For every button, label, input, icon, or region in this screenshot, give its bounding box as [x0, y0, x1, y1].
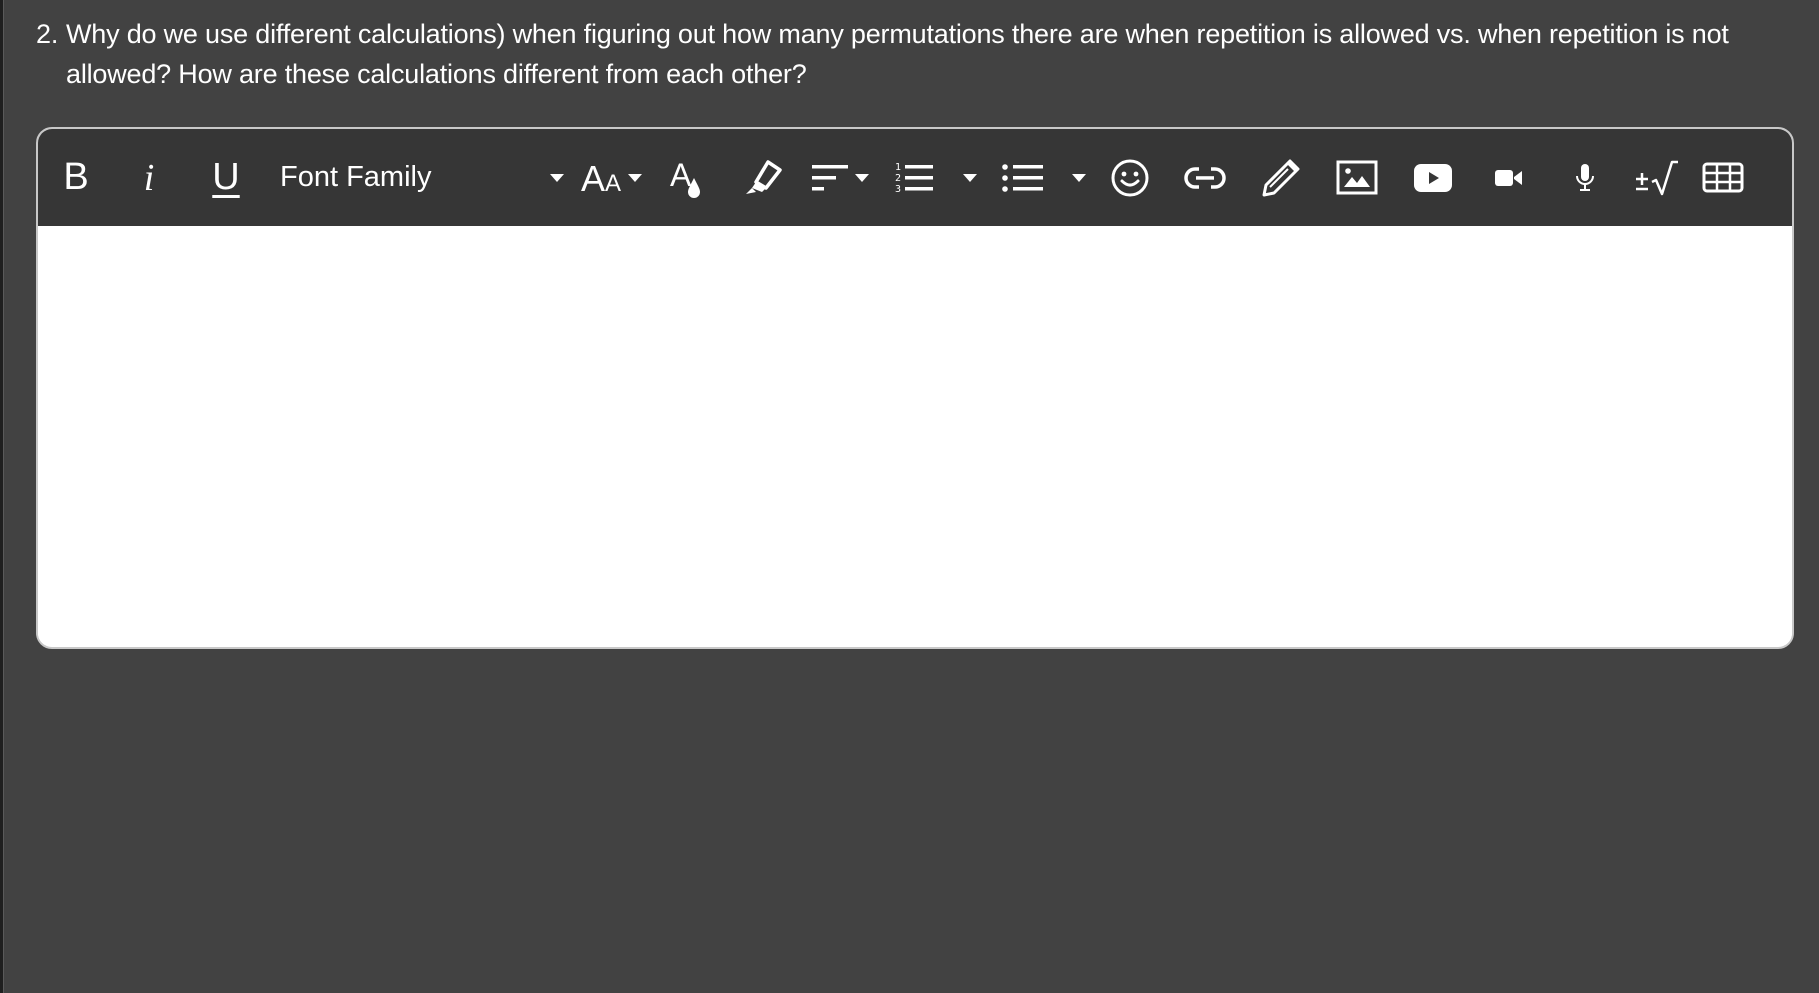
pencil-icon: [1262, 159, 1300, 196]
font-size-button[interactable]: A A: [581, 129, 647, 226]
editor-toolbar: B i U Font Family A A A 1 2 3: [38, 129, 1792, 226]
chevron-down-icon: [550, 173, 564, 182]
ordered-list-dropdown[interactable]: 1 2 3: [893, 129, 983, 226]
record-audio-button[interactable]: [1574, 129, 1596, 226]
unordered-list-dropdown[interactable]: [1001, 129, 1091, 226]
question-prompt: 2. Why do we use different calculations)…: [36, 14, 1796, 94]
window-left-edge: [0, 0, 4, 993]
record-video-button[interactable]: [1494, 129, 1524, 226]
font-family-label: Font Family: [280, 161, 432, 193]
youtube-button[interactable]: [1412, 129, 1454, 226]
link-icon: [1184, 166, 1226, 189]
draw-button[interactable]: [1260, 129, 1302, 226]
highlighter-icon: [746, 159, 782, 194]
youtube-icon: [1414, 163, 1452, 192]
math-equation-button[interactable]: [1634, 129, 1680, 226]
highlight-button[interactable]: [742, 129, 784, 226]
video-camera-icon: [1495, 169, 1522, 186]
svg-text:A: A: [581, 158, 605, 198]
svg-text:1: 1: [895, 162, 901, 173]
font-size-icon: A A: [581, 158, 642, 198]
emoji-button[interactable]: [1110, 129, 1150, 226]
ordered-list-icon: 1 2 3: [895, 162, 977, 195]
insert-image-button[interactable]: [1336, 129, 1378, 226]
italic-button[interactable]: i: [134, 129, 164, 226]
math-equation-icon: [1636, 160, 1678, 195]
italic-icon: i: [143, 156, 155, 199]
question-number: 2.: [36, 19, 59, 49]
text-color-icon: A: [670, 157, 700, 198]
bold-button[interactable]: B: [58, 129, 94, 226]
insert-table-button[interactable]: [1702, 129, 1744, 226]
link-button[interactable]: [1183, 129, 1227, 226]
svg-text:A: A: [605, 170, 621, 197]
emoji-icon: [1111, 159, 1149, 196]
microphone-icon: [1576, 163, 1594, 191]
svg-text:2: 2: [895, 173, 901, 184]
underline-button[interactable]: U: [208, 129, 244, 226]
svg-text:3: 3: [895, 184, 901, 195]
answer-text-area[interactable]: [38, 226, 1792, 645]
image-icon: [1336, 160, 1378, 194]
align-left-icon: [812, 164, 869, 190]
bold-icon: B: [63, 156, 89, 198]
unordered-list-icon: [1002, 163, 1086, 192]
text-color-button[interactable]: A: [668, 129, 708, 226]
svg-text:A: A: [670, 157, 692, 193]
align-dropdown[interactable]: [809, 129, 875, 226]
table-icon: [1702, 162, 1744, 192]
underline-icon: U: [212, 156, 240, 198]
font-family-dropdown[interactable]: Font Family: [280, 129, 570, 226]
question-text: Why do we use different calculations) wh…: [66, 19, 1729, 89]
rich-text-editor: B i U Font Family A A A 1 2 3: [36, 127, 1794, 649]
